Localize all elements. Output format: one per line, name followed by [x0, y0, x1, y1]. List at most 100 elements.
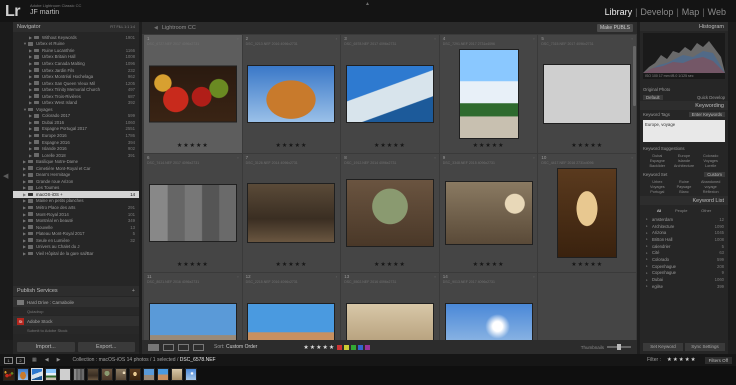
- make-public-button[interactable]: Make PUBLS: [596, 24, 633, 32]
- loupe-view-button[interactable]: [163, 343, 174, 351]
- keywording-header[interactable]: Keywording: [640, 101, 728, 110]
- filmstrip-thumbnail[interactable]: [87, 368, 99, 381]
- badge-icon[interactable]: ▫: [533, 274, 534, 279]
- publish-services-header[interactable]: Publish Services +: [13, 286, 139, 296]
- keyword-set-item[interactable]: Abandoned: [697, 180, 724, 184]
- photo-thumbnail[interactable]: [248, 304, 335, 340]
- module-web[interactable]: Web: [706, 7, 728, 17]
- grid-cell[interactable]: 10 DSC_4417.NEF 2016 2731x4096 ▫ ★★★★★: [538, 154, 636, 272]
- folder-item[interactable]: ▶ Dubai 2016 1060: [13, 119, 139, 126]
- original-photo-row[interactable]: Original Photo: [640, 85, 728, 93]
- grid-cell[interactable]: 13 DSC_5502.NEF 2016 4096x2731 ▫: [341, 273, 439, 340]
- cell-rating[interactable]: ★★★★★: [440, 142, 538, 149]
- survey-view-button[interactable]: [193, 343, 204, 351]
- compare-view-button[interactable]: [178, 343, 189, 351]
- keyword-list-item[interactable]: ▸ Architecture 1090: [640, 223, 728, 230]
- folder-item[interactable]: ▶ Islande 2016 902: [13, 145, 139, 152]
- keyword-suggestion[interactable]: Europe: [671, 154, 698, 158]
- folder-item[interactable]: ▶ Urbex Britain Hall 1008: [13, 54, 139, 61]
- badge-icon[interactable]: ▫: [434, 155, 435, 160]
- navigator-header[interactable]: Navigator FIT FILL 1:1 1:4: [13, 22, 139, 32]
- folder-item[interactable]: ▶ Urbex Trinity Memorial Church 497: [13, 86, 139, 93]
- folder-item[interactable]: ▶ Espagne 2016 394: [13, 139, 139, 146]
- folder-item[interactable]: ▶ Colorado 2017 599: [13, 113, 139, 120]
- keyword-set-item[interactable]: Blanc: [671, 190, 698, 194]
- back-icon[interactable]: ◀: [45, 357, 49, 363]
- folder-item[interactable]: ▶ Without Keywords 1901: [13, 34, 139, 41]
- module-develop[interactable]: Develop: [638, 7, 675, 17]
- keyword-suggestions-row[interactable]: Keyword Suggestions: [640, 144, 728, 152]
- grid-cell[interactable]: 6 DSC_7414.NEF 2017 4096x2731 ▫ ★★★★★: [144, 154, 242, 272]
- badge-icon[interactable]: ▫: [336, 36, 337, 41]
- grid-cell[interactable]: 9 DSC_3348.NEF 2015 4096x2731 ▫ ★★★★★: [439, 154, 538, 272]
- photo-thumbnail[interactable]: [149, 185, 236, 241]
- keyword-set-item[interactable]: Réflexion: [697, 190, 724, 194]
- keyword-list-item[interactable]: ▸ Britton Hall 1008: [640, 236, 728, 243]
- primary-window-button[interactable]: 1: [4, 356, 13, 364]
- photo-thumbnail[interactable]: [459, 50, 518, 138]
- publish-service-hard-drive[interactable]: Hard Drive : Carnaboile: [13, 297, 139, 307]
- keyword-suggestion[interactable]: Colorado: [697, 154, 724, 158]
- photo-thumbnail[interactable]: [248, 184, 335, 242]
- cell-rating[interactable]: ★★★★★: [538, 142, 636, 149]
- left-panel-edge[interactable]: ◀: [0, 22, 13, 340]
- badge-icon[interactable]: ▫: [237, 274, 238, 279]
- photo-thumbnail[interactable]: [544, 65, 631, 123]
- keyword-tags-field[interactable]: Europe, voyage: [643, 120, 725, 142]
- keyword-suggestion[interactable]: Architecture: [671, 164, 698, 168]
- photo-thumbnail[interactable]: [149, 304, 236, 340]
- histogram-header[interactable]: Histogram: [640, 22, 728, 31]
- cell-rating[interactable]: ★★★★★: [144, 261, 242, 268]
- photo-thumbnail[interactable]: [346, 66, 433, 122]
- filter-select[interactable]: Filters Off: [704, 356, 732, 364]
- keyword-list-item[interactable]: ▸ Copenhague 208: [640, 263, 728, 270]
- grid-scrollbar[interactable]: [633, 46, 636, 106]
- grid-icon[interactable]: ▦: [32, 357, 37, 363]
- keyword-suggestion[interactable]: Lorelle: [697, 164, 724, 168]
- badge-icon[interactable]: ▫: [237, 155, 238, 160]
- grid-cell[interactable]: 8 DSC_1912.NEF 2014 4096x2731 ▫ ★★★★★: [341, 154, 439, 272]
- cell-rating[interactable]: ★★★★★: [341, 142, 439, 149]
- keyword-set-item[interactable]: Portugal: [644, 190, 671, 194]
- filter-stars[interactable]: ★★★★★: [667, 357, 697, 363]
- publish-service-adobe-stock[interactable]: St Adobe Stock: [13, 316, 139, 326]
- badge-icon[interactable]: ▫: [434, 274, 435, 279]
- folder-item[interactable]: ▶ Espagne Portugal 2017 2551: [13, 126, 139, 133]
- keyword-list-header[interactable]: Keyword List: [640, 196, 728, 205]
- expand-icon[interactable]: ◀: [154, 25, 158, 31]
- grid-cell[interactable]: [538, 273, 636, 340]
- grid-cell[interactable]: 3 DSC_6578.NEF 2017 4096x2731 ▫ ★★★★★: [341, 35, 439, 153]
- photo-thumbnail[interactable]: [445, 182, 532, 244]
- right-panel-edge[interactable]: [728, 22, 736, 340]
- collapse-top-panel-icon[interactable]: ▲: [365, 1, 370, 7]
- grid-cell[interactable]: 11 DSC_8021.NEF 2016 4096x2731 ▫: [144, 273, 242, 340]
- keyword-list-item[interactable]: ▸ Dubai 1060: [640, 276, 728, 283]
- grid-cell[interactable]: 4 DSC_7291.NEF 2017 2731x4096 ▫ ★★★★★: [439, 35, 538, 153]
- keyword-set-item[interactable]: Urbex: [644, 180, 671, 184]
- cell-rating[interactable]: ★★★★★: [243, 261, 341, 268]
- cell-rating[interactable]: ★★★★★: [144, 142, 242, 149]
- blue-label-icon[interactable]: [358, 344, 364, 350]
- badge-icon[interactable]: ▫: [533, 36, 534, 41]
- keyword-suggestion[interactable]: Dubai: [644, 154, 671, 158]
- grid-cell[interactable]: 14 DSC_9013.NEF 2017 4096x2731 ▫: [439, 273, 538, 340]
- quick-develop-row[interactable]: Default Quick Develop: [640, 93, 728, 101]
- filmstrip-thumbnail[interactable]: [73, 368, 85, 381]
- grid-cell[interactable]: 12 DSC_2215.NEF 2016 4096x2731 ▫: [242, 273, 341, 340]
- folder-item[interactable]: ▶ Urbex Canada Malting 1096: [13, 60, 139, 67]
- tab-people[interactable]: People: [675, 208, 687, 213]
- grid-view-button[interactable]: [148, 343, 159, 351]
- keyword-suggestion[interactable]: Espagne: [644, 159, 671, 163]
- folder-item[interactable]: ▶ Urbex Jardin Fils 232: [13, 67, 139, 74]
- set-keyword-button[interactable]: Set Keyword: [643, 343, 683, 351]
- yellow-label-icon[interactable]: [344, 344, 350, 350]
- tab-all[interactable]: All: [657, 208, 661, 213]
- keyword-list-item[interactable]: ▸ Colorado 599: [640, 256, 728, 263]
- badge-icon[interactable]: ▫: [632, 36, 633, 41]
- badge-icon[interactable]: ▫: [632, 155, 633, 160]
- folder-item[interactable]: ▶ Europe 2016 1786: [13, 132, 139, 139]
- filmstrip-thumbnail[interactable]: [59, 368, 71, 381]
- badge-icon[interactable]: ▫: [237, 36, 238, 41]
- secondary-window-button[interactable]: 2: [16, 356, 25, 364]
- filmstrip-thumbnail[interactable]: [115, 368, 127, 381]
